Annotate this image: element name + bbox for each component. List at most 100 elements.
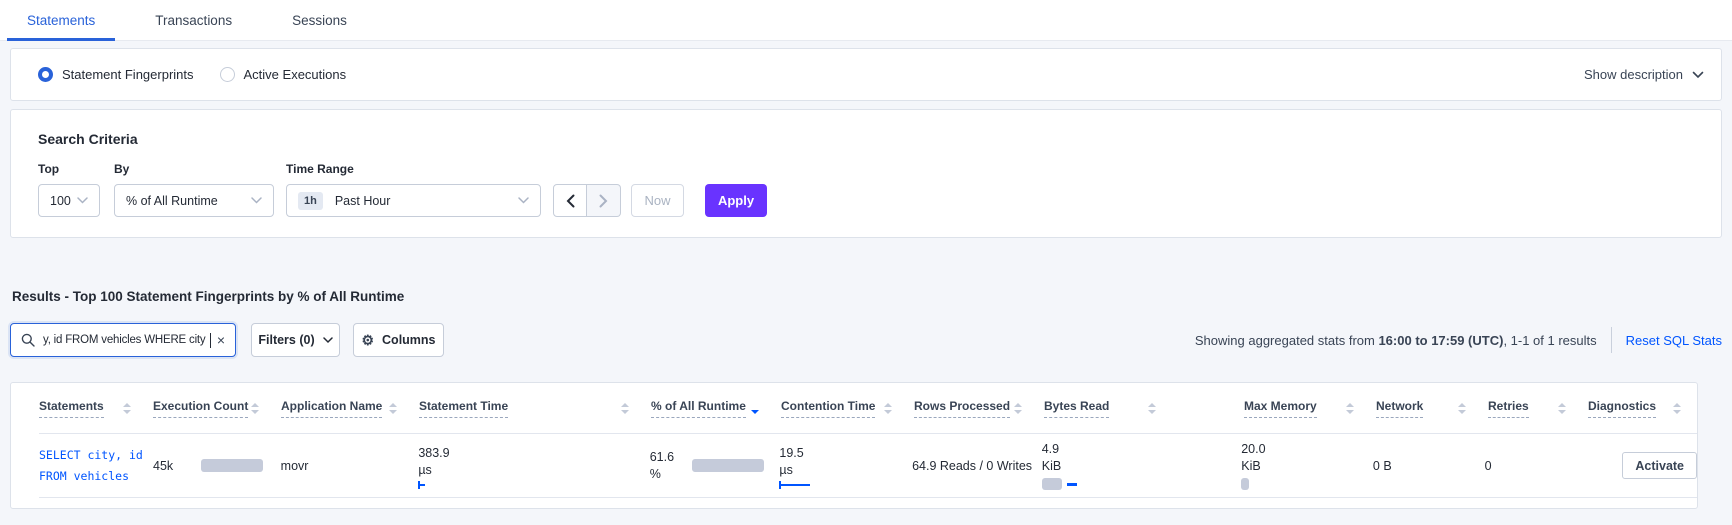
statement-search-input[interactable]: y, id FROM vehicles WHERE city = $1 × [10,323,236,357]
tab-statements[interactable]: Statements [6,0,116,41]
cell-statement: SELECT city, id FROM vehicles [39,445,153,485]
max-memory-value: 20.0 [1241,442,1266,456]
column-label: Statements [39,399,104,418]
sort-button-active-desc[interactable] [751,403,759,414]
cell-rows-processed: 64.9 Reads / 0 Writes [912,459,1042,473]
by-label: By [114,162,130,176]
reset-sql-stats-link[interactable]: Reset SQL Stats [1626,333,1722,348]
sort-button[interactable] [621,402,629,414]
sort-button[interactable] [251,402,259,414]
top-select-value: 100 [50,193,71,208]
chevron-down-icon [518,197,529,204]
radio-selected-icon [38,67,53,82]
contention-time-bar [779,481,811,489]
column-label: Contention Time [781,399,876,418]
previous-time-range-button[interactable] [553,184,587,217]
sort-asc-icon [123,402,131,407]
columns-button-label: Columns [382,333,436,347]
sort-button[interactable] [1346,402,1354,414]
columns-button[interactable]: ⚙ Columns [353,323,444,357]
radio-unselected-icon [219,67,235,82]
gear-icon: ⚙ [361,332,375,348]
runtime-pct-value: 61.6 [649,450,675,464]
tab-transactions[interactable]: Transactions [153,0,234,40]
radio-statement-fingerprints-label: Statement Fingerprints [62,67,194,82]
sort-asc-icon [1148,402,1156,407]
bytes-read-gray-bar [1041,478,1062,490]
column-label: Max Memory [1244,399,1317,418]
sort-button[interactable] [1014,402,1022,414]
runtime-pct-bar [692,459,765,472]
sort-button[interactable] [389,402,397,414]
sort-button[interactable] [884,402,892,414]
time-range-value: Past Hour [334,193,391,208]
column-header-rows-processed: Rows Processed [914,399,1044,418]
column-header-statement-time: Statement Time [419,399,651,418]
sort-asc-icon [389,402,397,407]
sort-button[interactable] [123,402,131,414]
apply-button[interactable]: Apply [705,184,767,217]
execution-count-bar [201,459,264,472]
sort-desc-icon [389,409,397,414]
retries-value: 0 [1484,458,1492,473]
column-header-network: Network [1376,399,1488,418]
top-select[interactable]: 100 [38,184,100,217]
stats-time-range: 16:00 to 17:59 (UTC) [1378,332,1504,348]
sort-asc-icon [1458,402,1466,407]
time-range-label: Time Range [286,162,354,176]
show-description-label: Show description [1584,67,1683,82]
execution-count-value: 45k [153,458,174,473]
column-header-bytes-read: Bytes Read [1044,399,1244,418]
top-field: Top 100 [38,162,100,217]
contention-time-unit: µs [779,463,793,477]
tab-sessions[interactable]: Sessions [290,0,349,40]
column-label: Network [1376,399,1424,418]
time-range-arrows [553,184,621,217]
column-label: Bytes Read [1044,399,1110,418]
next-time-range-button[interactable] [587,184,621,217]
sort-button[interactable] [1458,402,1466,414]
now-button[interactable]: Now [631,184,684,217]
sort-desc-icon [1148,409,1156,414]
sort-desc-icon [751,409,759,414]
clear-search-icon[interactable]: × [211,332,225,348]
cell-diagnostics: Activate [1584,452,1698,479]
filters-button-label: Filters (0) [258,333,315,347]
bytes-read-unit: KiB [1041,459,1062,473]
cell-statement-time: 383.9 µs [418,445,649,489]
view-toggle-card: Statement Fingerprints Active Executions… [10,48,1722,101]
time-range-field: Time Range 1h Past Hour [286,162,541,217]
activate-diagnostics-button[interactable]: Activate [1622,452,1698,479]
aggregated-stats-note: Showing aggregated stats from 16:00 to 1… [1195,333,1597,348]
network-value: 0 B [1372,458,1392,473]
cell-retries: 0 [1485,459,1585,473]
runtime-pct-unit: % [649,467,661,481]
by-select[interactable]: % of All Runtime [114,184,274,217]
radio-active-executions[interactable]: Active Executions [219,67,346,82]
sort-desc-icon [123,409,131,414]
cell-network: 0 B [1373,459,1485,473]
bytes-read-bars [1041,478,1077,490]
sort-desc-icon [1014,409,1022,414]
stats-suffix: , 1-1 of 1 results [1503,332,1597,348]
sort-button[interactable] [1558,402,1566,414]
cell-execution-count: 45k [153,459,281,473]
sort-desc-icon [1458,409,1466,414]
cell-max-memory: 20.0 KiB [1241,441,1373,490]
filters-button[interactable]: Filters (0) [251,323,340,357]
column-header-execution-count: Execution Count [153,399,281,418]
time-range-select[interactable]: 1h Past Hour [286,184,541,217]
sort-button[interactable] [1673,402,1681,414]
search-criteria-form: Top 100 By % of All Runtime Time Range 1… [38,162,1694,217]
sort-desc-icon [1558,409,1566,414]
sort-asc-icon [884,402,892,407]
time-range-badge: 1h [298,191,323,210]
column-label: Rows Processed [914,399,1011,418]
sort-desc-icon [1673,409,1681,414]
statement-fingerprint-link[interactable]: SELECT city, id FROM vehicles [39,445,153,485]
radio-statement-fingerprints[interactable]: Statement Fingerprints [38,67,194,82]
cell-bytes-read: 4.9 KiB [1041,441,1242,490]
show-description-toggle[interactable]: Show description [1584,67,1704,82]
sort-button[interactable] [1148,402,1156,414]
column-header-retries: Retries [1488,399,1588,418]
